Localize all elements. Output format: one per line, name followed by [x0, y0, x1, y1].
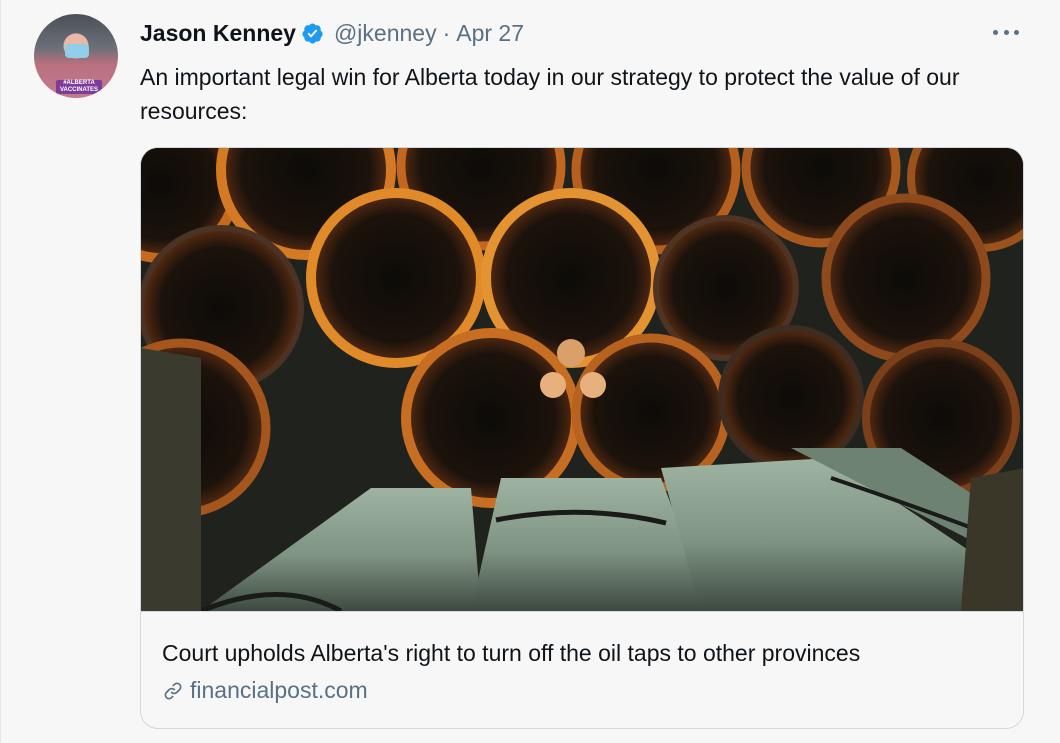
tweet-header: Jason Kenney @jkenney · Apr 27: [140, 18, 524, 48]
more-dot: [993, 29, 998, 35]
link-icon: [164, 682, 182, 699]
card-domain[interactable]: financialpost.com: [190, 677, 368, 704]
avatar[interactable]: #ALBERTA VACCINATES: [34, 14, 118, 98]
author-handle[interactable]: @jkenney: [334, 20, 437, 47]
card-source[interactable]: financialpost.com: [162, 677, 368, 704]
face-mask: [65, 44, 89, 58]
author-name[interactable]: Jason Kenney: [140, 20, 296, 47]
card-meta[interactable]: Court upholds Alberta's right to turn of…: [141, 611, 1023, 728]
verified-badge-icon: [302, 22, 323, 44]
header-separator: ·: [442, 19, 451, 46]
more-options-icon[interactable]: [991, 22, 1021, 42]
tweet-date[interactable]: Apr 27: [456, 20, 524, 47]
card-image[interactable]: [141, 148, 1023, 611]
more-dot: [1003, 29, 1009, 35]
tweet-text: An important legal win for Alberta today…: [140, 64, 960, 124]
link-card[interactable]: Court upholds Alberta's right to turn of…: [140, 147, 1024, 729]
avatar-badge: #ALBERTA VACCINATES: [56, 80, 102, 94]
tweet[interactable]: #ALBERTA VACCINATES Jason Kenney @jkenne…: [0, 0, 1060, 743]
pipes-image: [141, 148, 1023, 611]
card-title[interactable]: Court upholds Alberta's right to turn of…: [162, 640, 860, 667]
more-dot: [1014, 29, 1019, 35]
